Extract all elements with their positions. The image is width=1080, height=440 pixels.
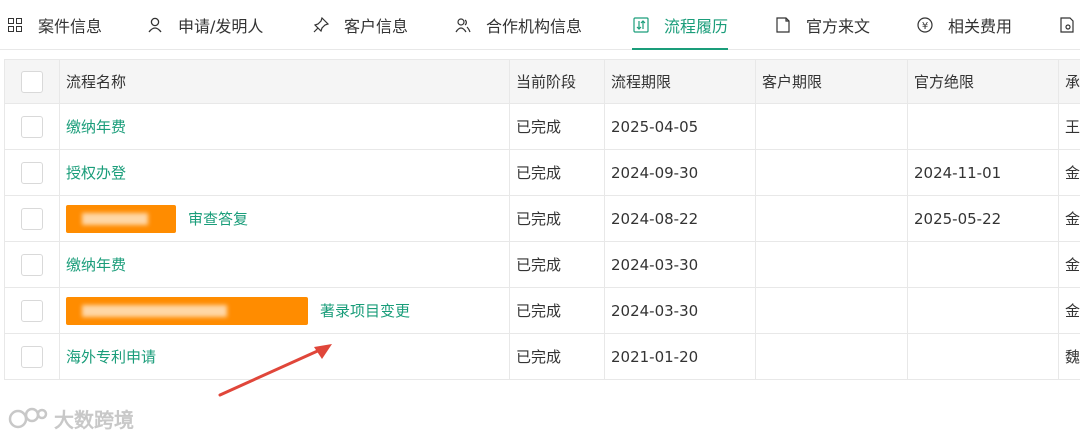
annotation-arrow-icon <box>218 344 332 397</box>
tab-related-fees[interactable]: ¥ 相关费用 <box>916 0 1012 50</box>
row-checkbox[interactable] <box>21 115 43 138</box>
official-deadline-cell: 2025-05-22 <box>908 196 1059 241</box>
table-row[interactable]: 缴纳年费 已完成 2025-04-05 王 <box>4 104 1080 150</box>
header-process-deadline[interactable]: 流程期限 <box>605 60 756 103</box>
client-deadline-cell <box>756 104 908 149</box>
deadline-cell: 2024-08-22 <box>605 196 756 241</box>
official-deadline-cell <box>908 242 1059 287</box>
row-checkbox[interactable] <box>21 345 43 368</box>
table-row[interactable]: 审查答复 已完成 2024-08-22 2025-05-22 金 <box>4 196 1080 242</box>
tab-label: 相关费用 <box>948 17 1013 36</box>
tab-more[interactable] <box>1058 0 1080 50</box>
watermark: 大数跨境 <box>8 404 134 433</box>
header-official-deadline[interactable]: 官方绝限 <box>908 60 1059 103</box>
client-deadline-cell <box>756 288 908 333</box>
row-checkbox[interactable] <box>21 253 43 276</box>
tab-label: 客户信息 <box>344 17 409 36</box>
deadline-cell: 2025-04-05 <box>605 104 756 149</box>
header-owner[interactable]: 承 <box>1059 60 1080 103</box>
select-all-checkbox[interactable] <box>21 70 43 93</box>
official-deadline-cell <box>908 334 1059 379</box>
process-name-link[interactable]: 著录项目变更 <box>320 300 410 321</box>
process-name-link[interactable]: 授权办登 <box>66 162 126 183</box>
process-name-link[interactable]: 缴纳年费 <box>66 116 126 137</box>
deadline-cell: 2024-03-30 <box>605 288 756 333</box>
tab-official-docs[interactable]: 官方来文 <box>774 0 870 50</box>
redaction-block <box>66 204 176 233</box>
watermark-text: 大数跨境 <box>54 408 134 432</box>
official-deadline-cell: 2024-11-01 <box>908 150 1059 195</box>
row-checkbox[interactable] <box>21 161 43 184</box>
row-checkbox[interactable] <box>21 207 43 230</box>
official-deadline-cell <box>908 104 1059 149</box>
table-row[interactable]: 授权办登 已完成 2024-09-30 2024-11-01 金 <box>4 150 1080 196</box>
deadline-cell: 2024-09-30 <box>605 150 756 195</box>
stage-cell: 已完成 <box>510 150 605 195</box>
client-deadline-cell <box>756 242 908 287</box>
stage-cell: 已完成 <box>510 104 605 149</box>
owner-cell: 金 <box>1065 256 1080 274</box>
tab-client-info[interactable]: 客户信息 <box>312 0 408 50</box>
table-row[interactable]: 海外专利申请 已完成 2021-01-20 魏 <box>4 334 1080 380</box>
tab-case-info[interactable]: 案件信息 <box>6 0 102 50</box>
stage-cell: 已完成 <box>510 242 605 287</box>
deadline-cell: 2021-01-20 <box>605 334 756 379</box>
tab-process-history[interactable]: 流程履历 <box>632 0 729 50</box>
deadline-cell: 2024-03-30 <box>605 242 756 287</box>
table-row[interactable]: 缴纳年费 已完成 2024-03-30 金 <box>4 242 1080 288</box>
tab-applicant-inventor[interactable]: 申请/发明人 <box>146 0 263 50</box>
person-icon <box>146 16 164 34</box>
yen-icon: ¥ <box>916 16 934 34</box>
tab-label: 流程履历 <box>664 17 729 36</box>
stage-cell: 已完成 <box>510 334 605 379</box>
process-name-link[interactable]: 缴纳年费 <box>66 254 126 275</box>
tab-label: 案件信息 <box>38 17 103 36</box>
tab-label: 合作机构信息 <box>486 17 583 36</box>
grid-icon <box>6 16 24 34</box>
redaction-block <box>66 296 308 325</box>
header-client-deadline[interactable]: 客户期限 <box>756 60 908 103</box>
process-name-link[interactable]: 海外专利申请 <box>66 346 156 367</box>
client-deadline-cell <box>756 334 908 379</box>
process-name-link[interactable]: 审查答复 <box>188 208 248 229</box>
tab-label: 申请/发明人 <box>178 17 264 36</box>
stage-cell: 已完成 <box>510 196 605 241</box>
owner-cell: 金 <box>1065 164 1080 182</box>
document-icon <box>774 16 792 34</box>
svg-text:¥: ¥ <box>922 21 928 32</box>
official-deadline-cell <box>908 288 1059 333</box>
pin-icon <box>312 16 330 34</box>
clipboard-icon <box>1058 16 1076 34</box>
header-current-stage[interactable]: 当前阶段 <box>510 60 605 103</box>
owner-cell: 金 <box>1065 210 1080 228</box>
row-checkbox[interactable] <box>21 299 43 322</box>
owner-cell: 王 <box>1065 118 1080 136</box>
tab-partner-org-info[interactable]: 合作机构信息 <box>454 0 582 50</box>
tab-label: 官方来文 <box>806 17 871 36</box>
table-header: 流程名称 当前阶段 流程期限 客户期限 官方绝限 承 <box>4 59 1080 104</box>
owner-cell: 金 <box>1065 302 1080 320</box>
client-deadline-cell <box>756 196 908 241</box>
flow-icon <box>632 16 650 34</box>
stage-cell: 已完成 <box>510 288 605 333</box>
people-icon <box>454 16 472 34</box>
watermark-logo-icon <box>8 407 48 428</box>
header-process-name[interactable]: 流程名称 <box>60 60 510 103</box>
owner-cell: 魏 <box>1065 348 1080 366</box>
tab-bar: 案件信息 申请/发明人 客户信息 合作机构信息 流程履历 官方来文 ¥ 相关费用 <box>0 0 1080 50</box>
table-row[interactable]: 著录项目变更 已完成 2024-03-30 金 <box>4 288 1080 334</box>
client-deadline-cell <box>756 150 908 195</box>
